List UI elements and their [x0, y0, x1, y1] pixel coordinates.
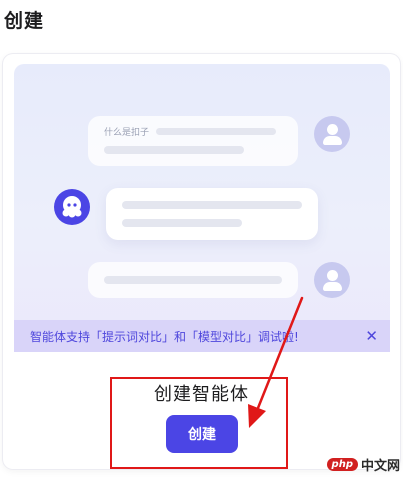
placeholder-line [104, 146, 244, 154]
create-button[interactable]: 创建 [166, 415, 238, 453]
user-avatar-bottom [314, 262, 350, 298]
bot-avatar-icon [54, 189, 90, 225]
sample-question-text: 什么是扣子 [104, 128, 150, 138]
placeholder-line [122, 219, 242, 227]
user-avatar-top [314, 116, 350, 152]
site-watermark: php 中文网 [326, 455, 400, 474]
feature-notice-bar: 智能体支持「提示词对比」和「模型对比」调试啦! ✕ [14, 320, 390, 352]
watermark-site-name: 中文网 [360, 459, 400, 474]
placeholder-line [156, 128, 276, 135]
watermark-logo: php [326, 458, 358, 471]
create-agent-heading: 创建智能体 [154, 384, 249, 405]
bot-reply-bubble [106, 188, 318, 240]
user-bubble-bottom [88, 262, 298, 298]
placeholder-line [122, 201, 302, 209]
user-bubble-top: 什么是扣子 [88, 116, 298, 166]
notice-text: 智能体支持「提示词对比」和「模型对比」调试啦! [30, 329, 299, 344]
page-title: 创建 [4, 10, 45, 32]
placeholder-line [104, 276, 282, 284]
close-icon[interactable]: ✕ [365, 327, 378, 345]
